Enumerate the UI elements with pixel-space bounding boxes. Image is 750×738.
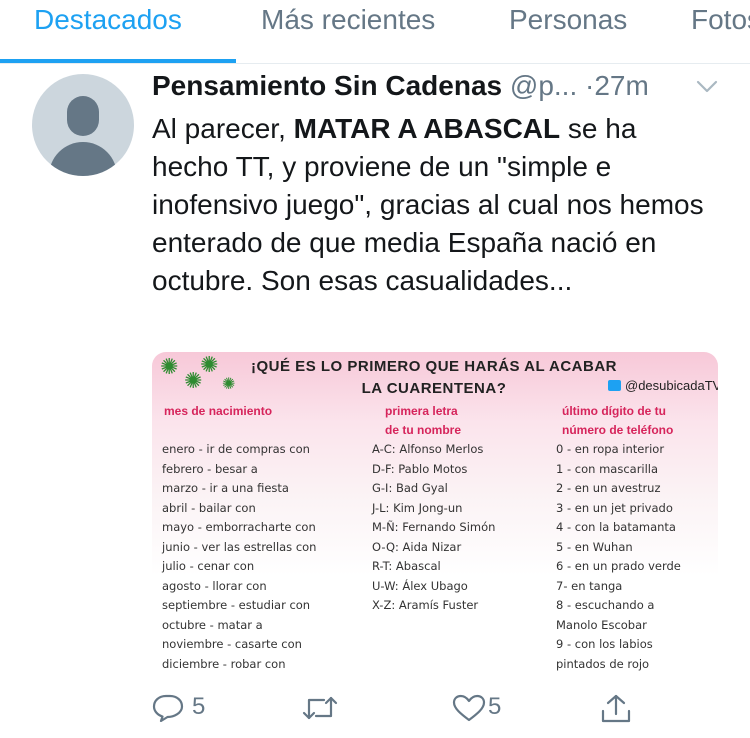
avatar-body [49, 142, 117, 176]
reply-count: 5 [192, 693, 206, 720]
col3-item: Manolo Escobar [556, 617, 647, 632]
col2-title-line: primera letra [385, 404, 458, 418]
avatar-head [67, 96, 99, 136]
author-handle[interactable]: @p... [510, 70, 577, 101]
col1-item: septiembre - estudiar con [162, 598, 311, 612]
virus-icon: ✺ [222, 376, 236, 393]
col3-list: 0 - en ropa interior 1 - con mascarilla … [556, 440, 681, 672]
col2-item: X-Z: Aramís Fuster [372, 598, 479, 612]
col1-item: julio - cenar con [162, 559, 255, 573]
col3-item: 8 - escuchando a [556, 598, 655, 612]
like-button[interactable]: 5 [452, 690, 522, 724]
col1-list: enero - ir de compras con febrero - besa… [162, 440, 316, 672]
search-tabs: Destacados Más recientes Personas Fotos [0, 0, 750, 64]
col3-item: pintados de rojo [556, 656, 650, 671]
tab-personas[interactable]: Personas [509, 0, 627, 64]
virus-icon: ✺ [200, 352, 219, 377]
heart-icon [452, 694, 486, 722]
col1-item: abril - bailar con [162, 500, 256, 515]
like-count: 5 [488, 693, 502, 720]
virus-icon: ✺ [160, 354, 179, 379]
col1-title: mes de nacimiento [164, 404, 273, 418]
col2-title: primera letra de tu nombre [385, 402, 505, 440]
reply-button[interactable]: 5 [152, 690, 222, 724]
col2-item: A-C: Alfonso Merlos [372, 442, 484, 456]
col2-list: A-C: Alfonso Merlos D-F: Pablo Motos G-I… [372, 440, 495, 616]
col1-item: febrero - besar a [162, 461, 258, 476]
avatar[interactable] [32, 74, 134, 176]
col3-item: 1 - con mascarilla [556, 461, 659, 476]
tweet-header: Pensamiento Sin Cadenas @p... ·27m [152, 70, 732, 110]
col2-item: O-Q: Aida Nizar [372, 539, 462, 554]
col2-item: D-F: Pablo Motos [372, 461, 468, 476]
tweet-text-part: Al parecer, [152, 113, 294, 144]
col2-item: M-Ñ: Fernando Simón [372, 520, 496, 534]
reply-icon [152, 694, 184, 722]
image-handle: @desubicadaTV [608, 378, 718, 393]
active-tab-indicator [0, 59, 236, 63]
tweet-time[interactable]: 27m [594, 70, 648, 101]
tweet-text: Al parecer, MATAR A ABASCAL se ha hecho … [152, 110, 712, 300]
col3-item: 9 - con los labios [556, 637, 653, 651]
share-icon [601, 694, 631, 723]
col3-title: último dígito de tu número de teléfono [562, 402, 673, 440]
image-title: ¡QUÉ ES LO PRIMERO QUE HARÁS AL ACABAR L… [244, 356, 624, 400]
retweet-icon [302, 696, 338, 720]
image-title-line: ¡QUÉ ES LO PRIMERO QUE HARÁS AL ACABAR [251, 358, 617, 375]
twitter-icon [608, 380, 621, 391]
col3-item: 0 - en ropa interior [556, 442, 665, 456]
col3-item: 2 - en un avestruz [556, 481, 661, 495]
col3-item: 4 - con la batamanta [556, 520, 676, 534]
col3-title-line: último dígito de tu [562, 404, 666, 418]
col3-title-line: número de teléfono [562, 423, 674, 437]
col3-item: 7- en tanga [556, 578, 623, 593]
col1-item: diciembre - robar con [162, 656, 286, 671]
col1-item: enero - ir de compras con [162, 442, 310, 456]
col2-item: R-T: Abascal [372, 559, 441, 573]
col2-title-line: de tu nombre [385, 423, 462, 437]
col3-item: 3 - en un jet privado [556, 500, 673, 515]
col2-item: U-W: Álex Ubago [372, 578, 468, 593]
col3-item: 5 - en Wuhan [556, 539, 633, 554]
col1-item: octubre - matar a [162, 617, 263, 632]
tab-fotos[interactable]: Fotos [691, 0, 750, 64]
col1-item: mayo - emborracharte con [162, 520, 316, 534]
retweet-button[interactable] [302, 690, 362, 724]
col2-item: J-L: Kim Jong-un [372, 500, 463, 515]
col3-item: 6 - en un prado verde [556, 559, 681, 573]
col1-item: agosto - llorar con [162, 578, 267, 593]
tweet-text-bold: MATAR A ABASCAL [293, 113, 561, 144]
col1-item: junio - ver las estrellas con [162, 539, 317, 554]
tab-destacados[interactable]: Destacados [34, 0, 182, 64]
chevron-down-icon[interactable] [696, 80, 718, 94]
time-separator: · [585, 70, 595, 101]
col1-item: noviembre - casarte con [162, 637, 302, 651]
tweet-image[interactable]: ✺ ✺ ✺ ✺ ¡QUÉ ES LO PRIMERO QUE HARÁS AL … [152, 352, 718, 672]
author-name[interactable]: Pensamiento Sin Cadenas [152, 70, 502, 101]
col2-item: G-I: Bad Gyal [372, 481, 448, 495]
image-handle-text: @desubicadaTV [625, 378, 718, 393]
tab-mas-recientes[interactable]: Más recientes [261, 0, 435, 64]
image-title-line: LA CUARENTENA? [361, 380, 507, 397]
col1-item: marzo - ir a una fiesta [162, 481, 289, 495]
share-button[interactable] [600, 690, 636, 724]
